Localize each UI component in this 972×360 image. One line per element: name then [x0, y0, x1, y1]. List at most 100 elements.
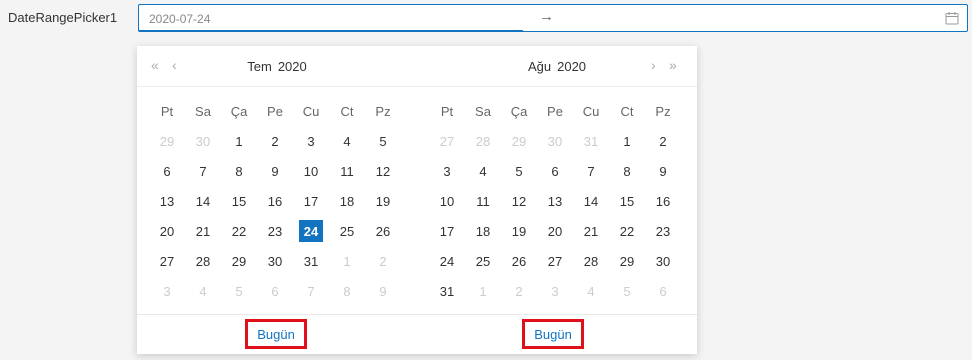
day-cell[interactable]: 30: [257, 246, 293, 276]
day-cell[interactable]: 9: [257, 156, 293, 186]
day-cell[interactable]: 31: [293, 246, 329, 276]
day-cell[interactable]: 16: [645, 186, 681, 216]
day-cell[interactable]: 18: [465, 216, 501, 246]
day-cell[interactable]: 7: [185, 156, 221, 186]
day-cell-other-month[interactable]: 8: [329, 276, 365, 306]
day-number: 16: [655, 193, 671, 209]
day-cell[interactable]: 22: [221, 216, 257, 246]
calendar-panel-left: « ‹ Tem 2020 Pt Sa Ça Pe Cu Ct Pz 29 30 1 2 3 4 5 6 7 8 9 1…: [137, 46, 417, 314]
day-cell-other-month[interactable]: 27: [429, 126, 465, 156]
day-cell[interactable]: 4: [329, 126, 365, 156]
day-cell-other-month[interactable]: 29: [149, 126, 185, 156]
day-cell-other-month[interactable]: 3: [537, 276, 573, 306]
date-range-input[interactable]: 2020-07-24 →: [138, 4, 968, 32]
day-cell[interactable]: 28: [185, 246, 221, 276]
month-label[interactable]: Ağu: [528, 59, 551, 74]
day-cell[interactable]: 9: [645, 156, 681, 186]
day-cell[interactable]: 10: [429, 186, 465, 216]
day-cell[interactable]: 25: [465, 246, 501, 276]
day-cell[interactable]: 8: [221, 156, 257, 186]
year-label[interactable]: 2020: [557, 59, 586, 74]
day-cell[interactable]: 17: [429, 216, 465, 246]
day-cell[interactable]: 3: [293, 126, 329, 156]
day-cell-other-month[interactable]: 4: [185, 276, 221, 306]
day-cell[interactable]: 4: [465, 156, 501, 186]
day-cell-other-month[interactable]: 2: [365, 246, 401, 276]
day-cell-other-month[interactable]: 9: [365, 276, 401, 306]
day-cell[interactable]: 5: [501, 156, 537, 186]
day-cell-other-month[interactable]: 1: [329, 246, 365, 276]
day-cell[interactable]: 10: [293, 156, 329, 186]
day-number: 9: [379, 283, 387, 299]
next-year-button[interactable]: »: [669, 57, 677, 73]
day-number: 18: [339, 193, 355, 209]
day-cell-other-month[interactable]: 1: [465, 276, 501, 306]
day-cell[interactable]: 1: [221, 126, 257, 156]
day-cell[interactable]: 29: [609, 246, 645, 276]
day-cell[interactable]: 31: [429, 276, 465, 306]
today-button[interactable]: Bugün: [245, 319, 307, 349]
day-cell[interactable]: 11: [329, 156, 365, 186]
month-label[interactable]: Tem: [247, 59, 272, 74]
day-cell[interactable]: 12: [501, 186, 537, 216]
day-cell[interactable]: 26: [365, 216, 401, 246]
day-cell-other-month[interactable]: 5: [609, 276, 645, 306]
day-cell-other-month[interactable]: 28: [465, 126, 501, 156]
day-cell[interactable]: 2: [257, 126, 293, 156]
day-cell[interactable]: 15: [221, 186, 257, 216]
day-cell[interactable]: 25: [329, 216, 365, 246]
next-month-button[interactable]: ›: [651, 57, 656, 73]
day-cell-other-month[interactable]: 31: [573, 126, 609, 156]
day-cell-other-month[interactable]: 2: [501, 276, 537, 306]
day-cell[interactable]: 22: [609, 216, 645, 246]
day-cell[interactable]: 29: [221, 246, 257, 276]
day-cell[interactable]: 23: [645, 216, 681, 246]
day-cell[interactable]: 16: [257, 186, 293, 216]
day-cell[interactable]: 24: [429, 246, 465, 276]
day-cell-other-month[interactable]: 6: [645, 276, 681, 306]
today-button[interactable]: Bugün: [522, 319, 584, 349]
day-cell[interactable]: 1: [609, 126, 645, 156]
day-cell[interactable]: 27: [537, 246, 573, 276]
day-cell[interactable]: 14: [185, 186, 221, 216]
day-cell-other-month[interactable]: 3: [149, 276, 185, 306]
day-cell[interactable]: 20: [149, 216, 185, 246]
day-cell[interactable]: 17: [293, 186, 329, 216]
year-label[interactable]: 2020: [278, 59, 307, 74]
day-cell[interactable]: 21: [185, 216, 221, 246]
day-cell[interactable]: 8: [609, 156, 645, 186]
day-cell[interactable]: 3: [429, 156, 465, 186]
day-cell-other-month[interactable]: 30: [185, 126, 221, 156]
day-cell[interactable]: 23: [257, 216, 293, 246]
day-cell[interactable]: 5: [365, 126, 401, 156]
calendar-icon[interactable]: [945, 11, 959, 25]
day-cell[interactable]: 14: [573, 186, 609, 216]
day-cell-other-month[interactable]: 6: [257, 276, 293, 306]
day-cell[interactable]: 13: [537, 186, 573, 216]
day-cell[interactable]: 2: [645, 126, 681, 156]
day-cell[interactable]: 13: [149, 186, 185, 216]
day-cell-other-month[interactable]: 29: [501, 126, 537, 156]
day-cell[interactable]: 7: [573, 156, 609, 186]
day-cell-other-month[interactable]: 30: [537, 126, 573, 156]
day-cell[interactable]: 15: [609, 186, 645, 216]
day-cell[interactable]: 18: [329, 186, 365, 216]
day-cell[interactable]: 28: [573, 246, 609, 276]
day-cell[interactable]: 19: [501, 216, 537, 246]
day-cell-selected[interactable]: 24: [293, 216, 329, 246]
day-cell[interactable]: 26: [501, 246, 537, 276]
day-cell-other-month[interactable]: 4: [573, 276, 609, 306]
day-cell[interactable]: 19: [365, 186, 401, 216]
day-cell[interactable]: 12: [365, 156, 401, 186]
day-cell[interactable]: 27: [149, 246, 185, 276]
day-cell[interactable]: 21: [573, 216, 609, 246]
day-cell[interactable]: 20: [537, 216, 573, 246]
day-cell-other-month[interactable]: 7: [293, 276, 329, 306]
day-cell[interactable]: 6: [149, 156, 185, 186]
day-cell[interactable]: 30: [645, 246, 681, 276]
start-date-input[interactable]: 2020-07-24: [149, 12, 210, 26]
day-cell[interactable]: 11: [465, 186, 501, 216]
day-number: 2: [271, 133, 279, 149]
day-cell[interactable]: 6: [537, 156, 573, 186]
day-cell-other-month[interactable]: 5: [221, 276, 257, 306]
